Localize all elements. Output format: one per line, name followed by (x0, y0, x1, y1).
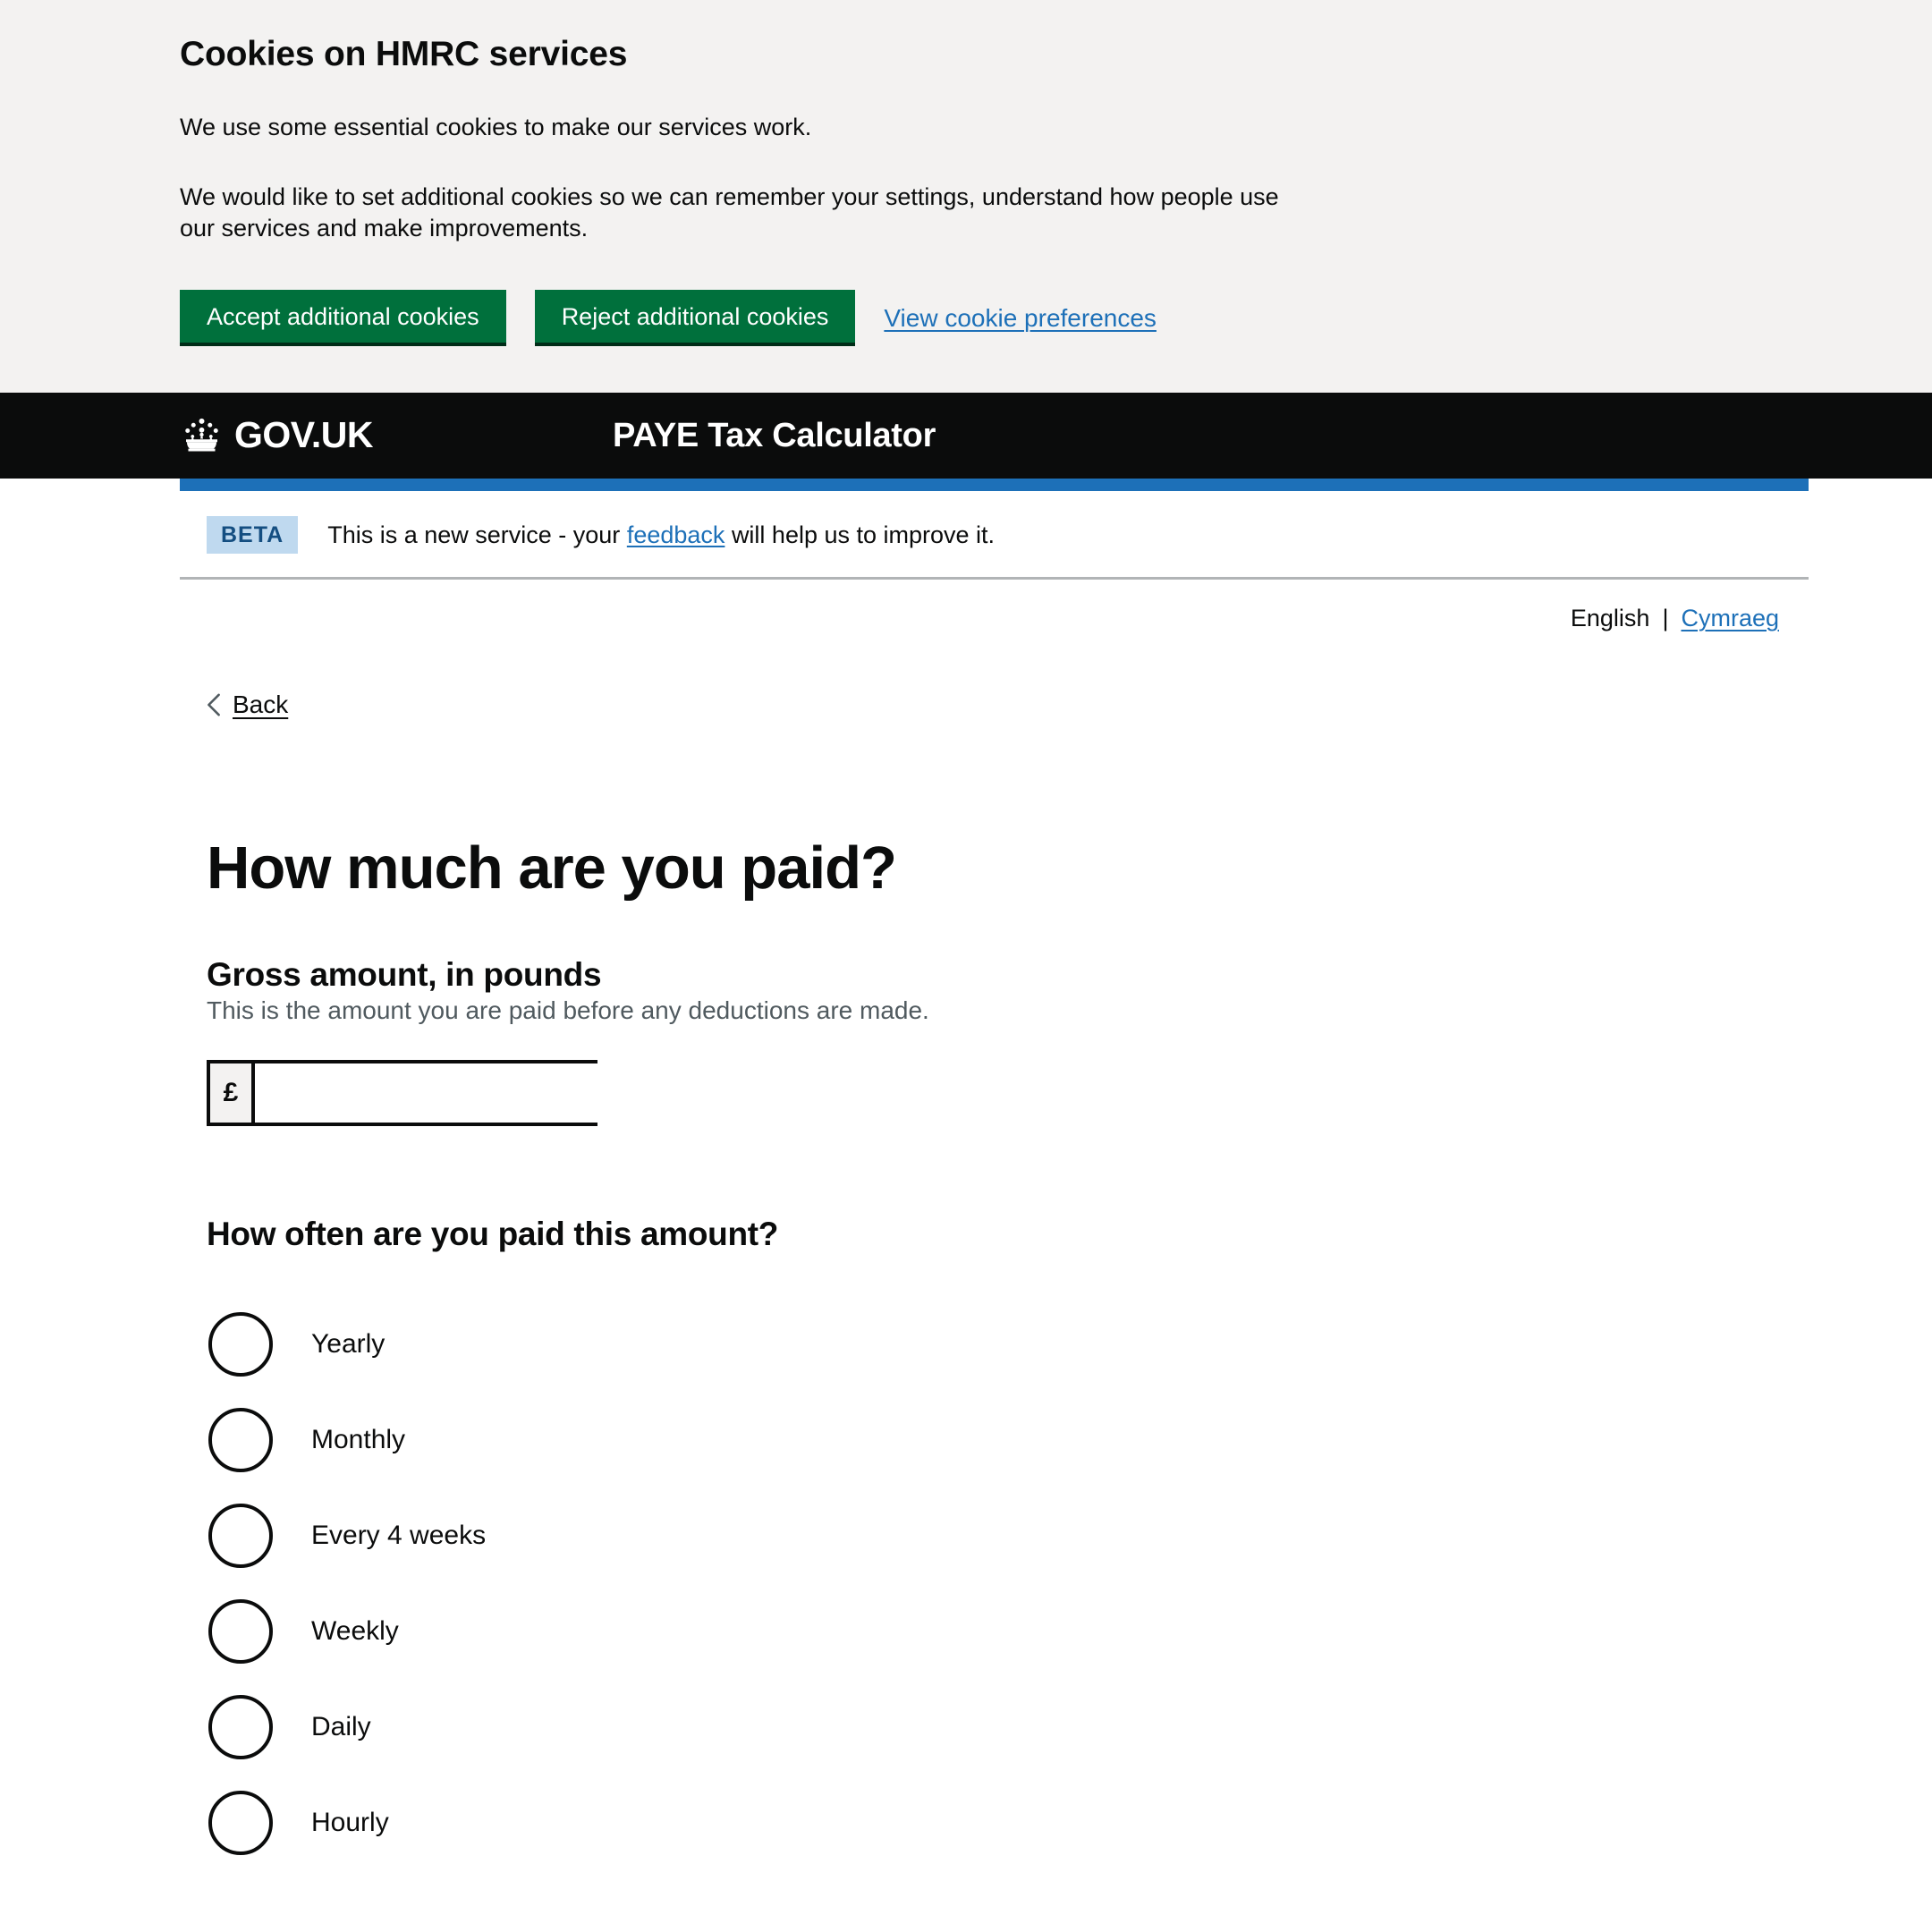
cookie-banner: Cookies on HMRC services We use some ess… (0, 0, 1932, 393)
header-accent-bar (180, 478, 1809, 491)
back-link-row: Back (180, 632, 1809, 721)
radio-option-yearly[interactable]: Yearly (207, 1297, 1809, 1393)
beta-tag: BETA (207, 515, 299, 554)
radio-circle-icon[interactable] (208, 1504, 273, 1569)
reject-additional-cookies-button[interactable]: Reject additional cookies (534, 289, 856, 346)
govuk-logo-text: GOV.UK (234, 414, 373, 456)
cookie-banner-title: Cookies on HMRC services (180, 35, 628, 73)
radio-option-weekly[interactable]: Weekly (207, 1584, 1809, 1680)
cookie-banner-paragraph-2: We would like to set additional cookies … (180, 182, 1279, 242)
feedback-link[interactable]: feedback (627, 521, 725, 548)
cookie-banner-actions: Accept additional cookies Reject additio… (180, 289, 1809, 346)
phase-text-after: will help us to improve it. (731, 521, 996, 548)
radio-circle-icon[interactable] (208, 1408, 273, 1473)
page-title: How much are you paid? (207, 834, 897, 902)
pay-frequency-heading: How often are you paid this amount? (207, 1216, 779, 1252)
header-accent-bar-wrapper (97, 478, 1835, 491)
govuk-header: GOV.UK PAYE Tax Calculator (0, 392, 1932, 479)
chevron-left-icon (207, 693, 221, 716)
radio-label-hourly: Hourly (311, 1808, 389, 1838)
radio-option-monthly[interactable]: Monthly (207, 1393, 1809, 1488)
cookie-banner-paragraph-1: We use some essential cookies to make ou… (180, 113, 812, 140)
pound-prefix-icon: £ (210, 1063, 255, 1123)
back-link-label: Back (233, 690, 289, 718)
radio-option-every-4-weeks[interactable]: Every 4 weeks (207, 1488, 1809, 1584)
radio-label-daily: Daily (311, 1712, 371, 1742)
radio-circle-icon[interactable] (208, 1791, 273, 1856)
pay-frequency-field-group: How often are you paid this amount? Year… (207, 1216, 1809, 1871)
gross-amount-label: Gross amount, in pounds (207, 956, 602, 994)
gross-amount-input-group: £ (207, 1060, 622, 1126)
gross-amount-input[interactable] (255, 1063, 622, 1123)
radio-label-every-4-weeks: Every 4 weeks (311, 1521, 487, 1551)
phase-banner-text: This is a new service - your feedback wi… (327, 521, 995, 549)
service-name-link[interactable]: PAYE Tax Calculator (613, 419, 936, 453)
radio-option-daily[interactable]: Daily (207, 1680, 1809, 1775)
language-toggle: English | Cymraeg (180, 580, 1809, 632)
back-link[interactable]: Back (207, 691, 288, 719)
radio-label-yearly: Yearly (311, 1329, 386, 1360)
phase-text-before: This is a new service - your (327, 521, 621, 548)
language-welsh-link[interactable]: Cymraeg (1681, 605, 1779, 632)
radio-option-hourly[interactable]: Hourly (207, 1775, 1809, 1871)
accept-additional-cookies-button[interactable]: Accept additional cookies (180, 289, 506, 346)
radio-label-monthly: Monthly (311, 1425, 406, 1455)
phase-banner: BETA This is a new service - your feedba… (180, 491, 1809, 580)
radio-circle-icon[interactable] (208, 1695, 273, 1760)
crown-icon (180, 418, 225, 453)
view-cookie-preferences-link[interactable]: View cookie preferences (884, 290, 1157, 331)
gross-amount-field-group: Gross amount, in pounds This is the amou… (207, 956, 1809, 1126)
radio-circle-icon[interactable] (208, 1599, 273, 1665)
govuk-logo-link[interactable]: GOV.UK (180, 417, 373, 453)
language-separator: | (1662, 604, 1669, 631)
radio-label-weekly: Weekly (311, 1616, 399, 1647)
main-content: How much are you paid? Gross amount, in … (180, 835, 1809, 1871)
gross-amount-hint: This is the amount you are paid before a… (207, 996, 929, 1024)
language-current: English (1570, 604, 1650, 631)
radio-circle-icon[interactable] (208, 1312, 273, 1377)
